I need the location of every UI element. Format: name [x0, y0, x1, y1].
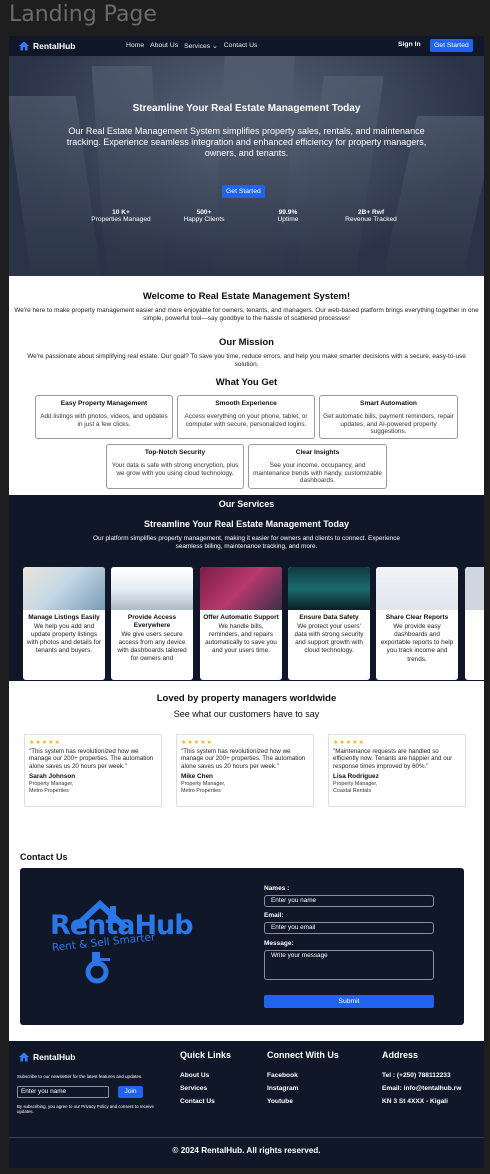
frame-title: Landing Page [9, 2, 157, 27]
testimonials-title: Loved by property managers worldwide [156, 693, 337, 704]
email-input[interactable]: Enter you email [264, 922, 434, 934]
join-button[interactable]: Join [118, 1086, 143, 1098]
service-image-data-person [288, 567, 370, 610]
consent-text: By subscribing, you agree to our Privacy… [17, 1104, 154, 1115]
welcome-title: Welcome to Real Estate Management System… [142, 291, 351, 302]
service-image-devices [111, 567, 193, 610]
address-title: Address [382, 1050, 419, 1060]
nav-services-dropdown[interactable]: Services ⌄ [184, 42, 218, 50]
service-image-robot-hand [200, 567, 282, 610]
feature-card-security: Top-Notch Security Your data is safe with… [106, 444, 244, 489]
rating-stars: ★★★★★ [29, 740, 61, 746]
feature-card-insights: Clear Insights See your income, occupancy… [248, 444, 387, 489]
service-card-partial[interactable] [465, 567, 484, 680]
testimonial-card: ★★★★★ "This system has revolutionized ho… [176, 734, 314, 807]
services-text: Our platform simplifies property managem… [93, 535, 400, 550]
contact-panel: RentaHub Rent & Sell Smarter Names : Ent… [20, 868, 464, 1025]
hero-title: Streamline Your Real Estate Management T… [132, 103, 361, 114]
connect-title: Connect With Us [267, 1050, 339, 1060]
mission-text: We're passionate about simplifying real … [27, 353, 466, 368]
footer-link-youtube[interactable]: Youtube [267, 1098, 293, 1105]
nav-about-us[interactable]: About Us [150, 42, 178, 50]
services-title: Streamline Your Real Estate Management T… [143, 519, 350, 529]
rating-stars: ★★★★★ [181, 740, 213, 746]
address-street: KN 3 St 4XXX - Kigali [382, 1098, 448, 1105]
stat-clients: 500+ Happy Clients [183, 209, 225, 223]
service-card-data-safety[interactable]: Ensure Data Safety We protect your users'… [288, 567, 370, 680]
hero-section: Streamline Your Real Estate Management T… [9, 56, 484, 276]
footer-divider [9, 1137, 484, 1138]
service-image-desk [23, 567, 105, 610]
footer-link-instagram[interactable]: Instagram [267, 1085, 299, 1092]
service-card-access[interactable]: Provide Access Everywhere We give users s… [111, 567, 193, 680]
testimonial-card: ★★★★★ "Maintenance requests are handled … [328, 734, 466, 807]
what-you-get-title: What You Get [215, 377, 278, 388]
sign-in-button[interactable]: Sign In [398, 41, 421, 48]
message-textarea[interactable]: Write your message [264, 950, 434, 980]
footer: RentalHub Subscribe to our newsletter fo… [9, 1041, 484, 1168]
service-card-listings[interactable]: Manage Listings Easily We help you add an… [23, 567, 105, 680]
stat-revenue: 2B+ Rwf Revenue Tracked [345, 209, 397, 223]
footer-link-about[interactable]: About Us [180, 1072, 209, 1079]
message-label: Message: [264, 940, 294, 947]
footer-brand[interactable]: RentalHub [18, 1051, 76, 1063]
footer-link-contact[interactable]: Contact Us [180, 1098, 215, 1105]
footer-link-facebook[interactable]: Facebook [267, 1072, 298, 1079]
landing-page: RentalHub Home About Us Services ⌄ Conta… [9, 36, 484, 1168]
service-card-support[interactable]: Offer Automatic Support We handle bills, … [200, 567, 282, 680]
rating-stars: ★★★★★ [333, 740, 365, 746]
feature-card-easy-management: Easy Property Management Add listings wit… [35, 395, 173, 439]
testimonial-card: ★★★★★ "This system has revolutionized ho… [24, 734, 162, 807]
hero-subtitle: Our Real Estate Management System simpli… [66, 126, 427, 158]
contact-title: Contact Us [20, 852, 68, 862]
service-image-dashboard [376, 567, 458, 610]
building-shape [212, 56, 296, 276]
name-label: Names : [264, 885, 290, 892]
testimonials-subtitle: See what our customers have to say [173, 709, 320, 719]
address-phone: Tel : (+250) 788112233 [382, 1072, 451, 1079]
house-logo-icon [19, 41, 29, 51]
brand-name: RentalHub [33, 41, 76, 51]
address-email: Email: info@tentalhub.rw [382, 1085, 462, 1092]
brand-logo[interactable]: RentalHub [18, 40, 76, 52]
hero-get-started-button[interactable]: Get Started [222, 185, 265, 198]
nav-links: Home About Us Services ⌄ Contact Us [126, 42, 257, 50]
feature-card-smart-automation: Smart Automation Get automatic bills, pay… [319, 395, 458, 439]
service-card-reports[interactable]: Share Clear Reports We provide easy dashb… [376, 567, 458, 680]
name-input[interactable]: Enter you name [264, 895, 434, 907]
nav-get-started-button[interactable]: Get Started [430, 39, 473, 52]
services-heading: Our Services [218, 499, 275, 509]
email-label: Email: [264, 912, 284, 919]
house-logo-icon [19, 1052, 29, 1062]
top-navbar: RentalHub Home About Us Services ⌄ Conta… [9, 36, 484, 56]
welcome-text: We're here to make property management e… [14, 307, 479, 322]
nav-home[interactable]: Home [126, 42, 144, 50]
services-section: Our Services Streamline Your Real Estate… [9, 495, 484, 681]
stat-properties: 10 K+ Properties Managed [91, 209, 151, 223]
footer-link-services[interactable]: Services [180, 1085, 207, 1092]
nav-contact-us[interactable]: Contact Us [224, 42, 258, 50]
mission-title: Our Mission [219, 337, 274, 348]
submit-button[interactable]: Submit [264, 995, 434, 1008]
quick-links-title: Quick Links [180, 1050, 232, 1060]
newsletter-text: Subscribe to our newsletter for the late… [17, 1074, 143, 1079]
rentahub-logo: RentaHub Rent & Sell Smarter [40, 890, 194, 1000]
feature-card-smooth-experience: Smooth Experience Access everything on yo… [177, 395, 315, 439]
newsletter-input[interactable]: Enter you name [17, 1086, 109, 1098]
copyright: © 2024 RentalHub. All rights reserved. [172, 1146, 321, 1155]
stat-uptime: 99.9% Uptime [277, 209, 299, 223]
